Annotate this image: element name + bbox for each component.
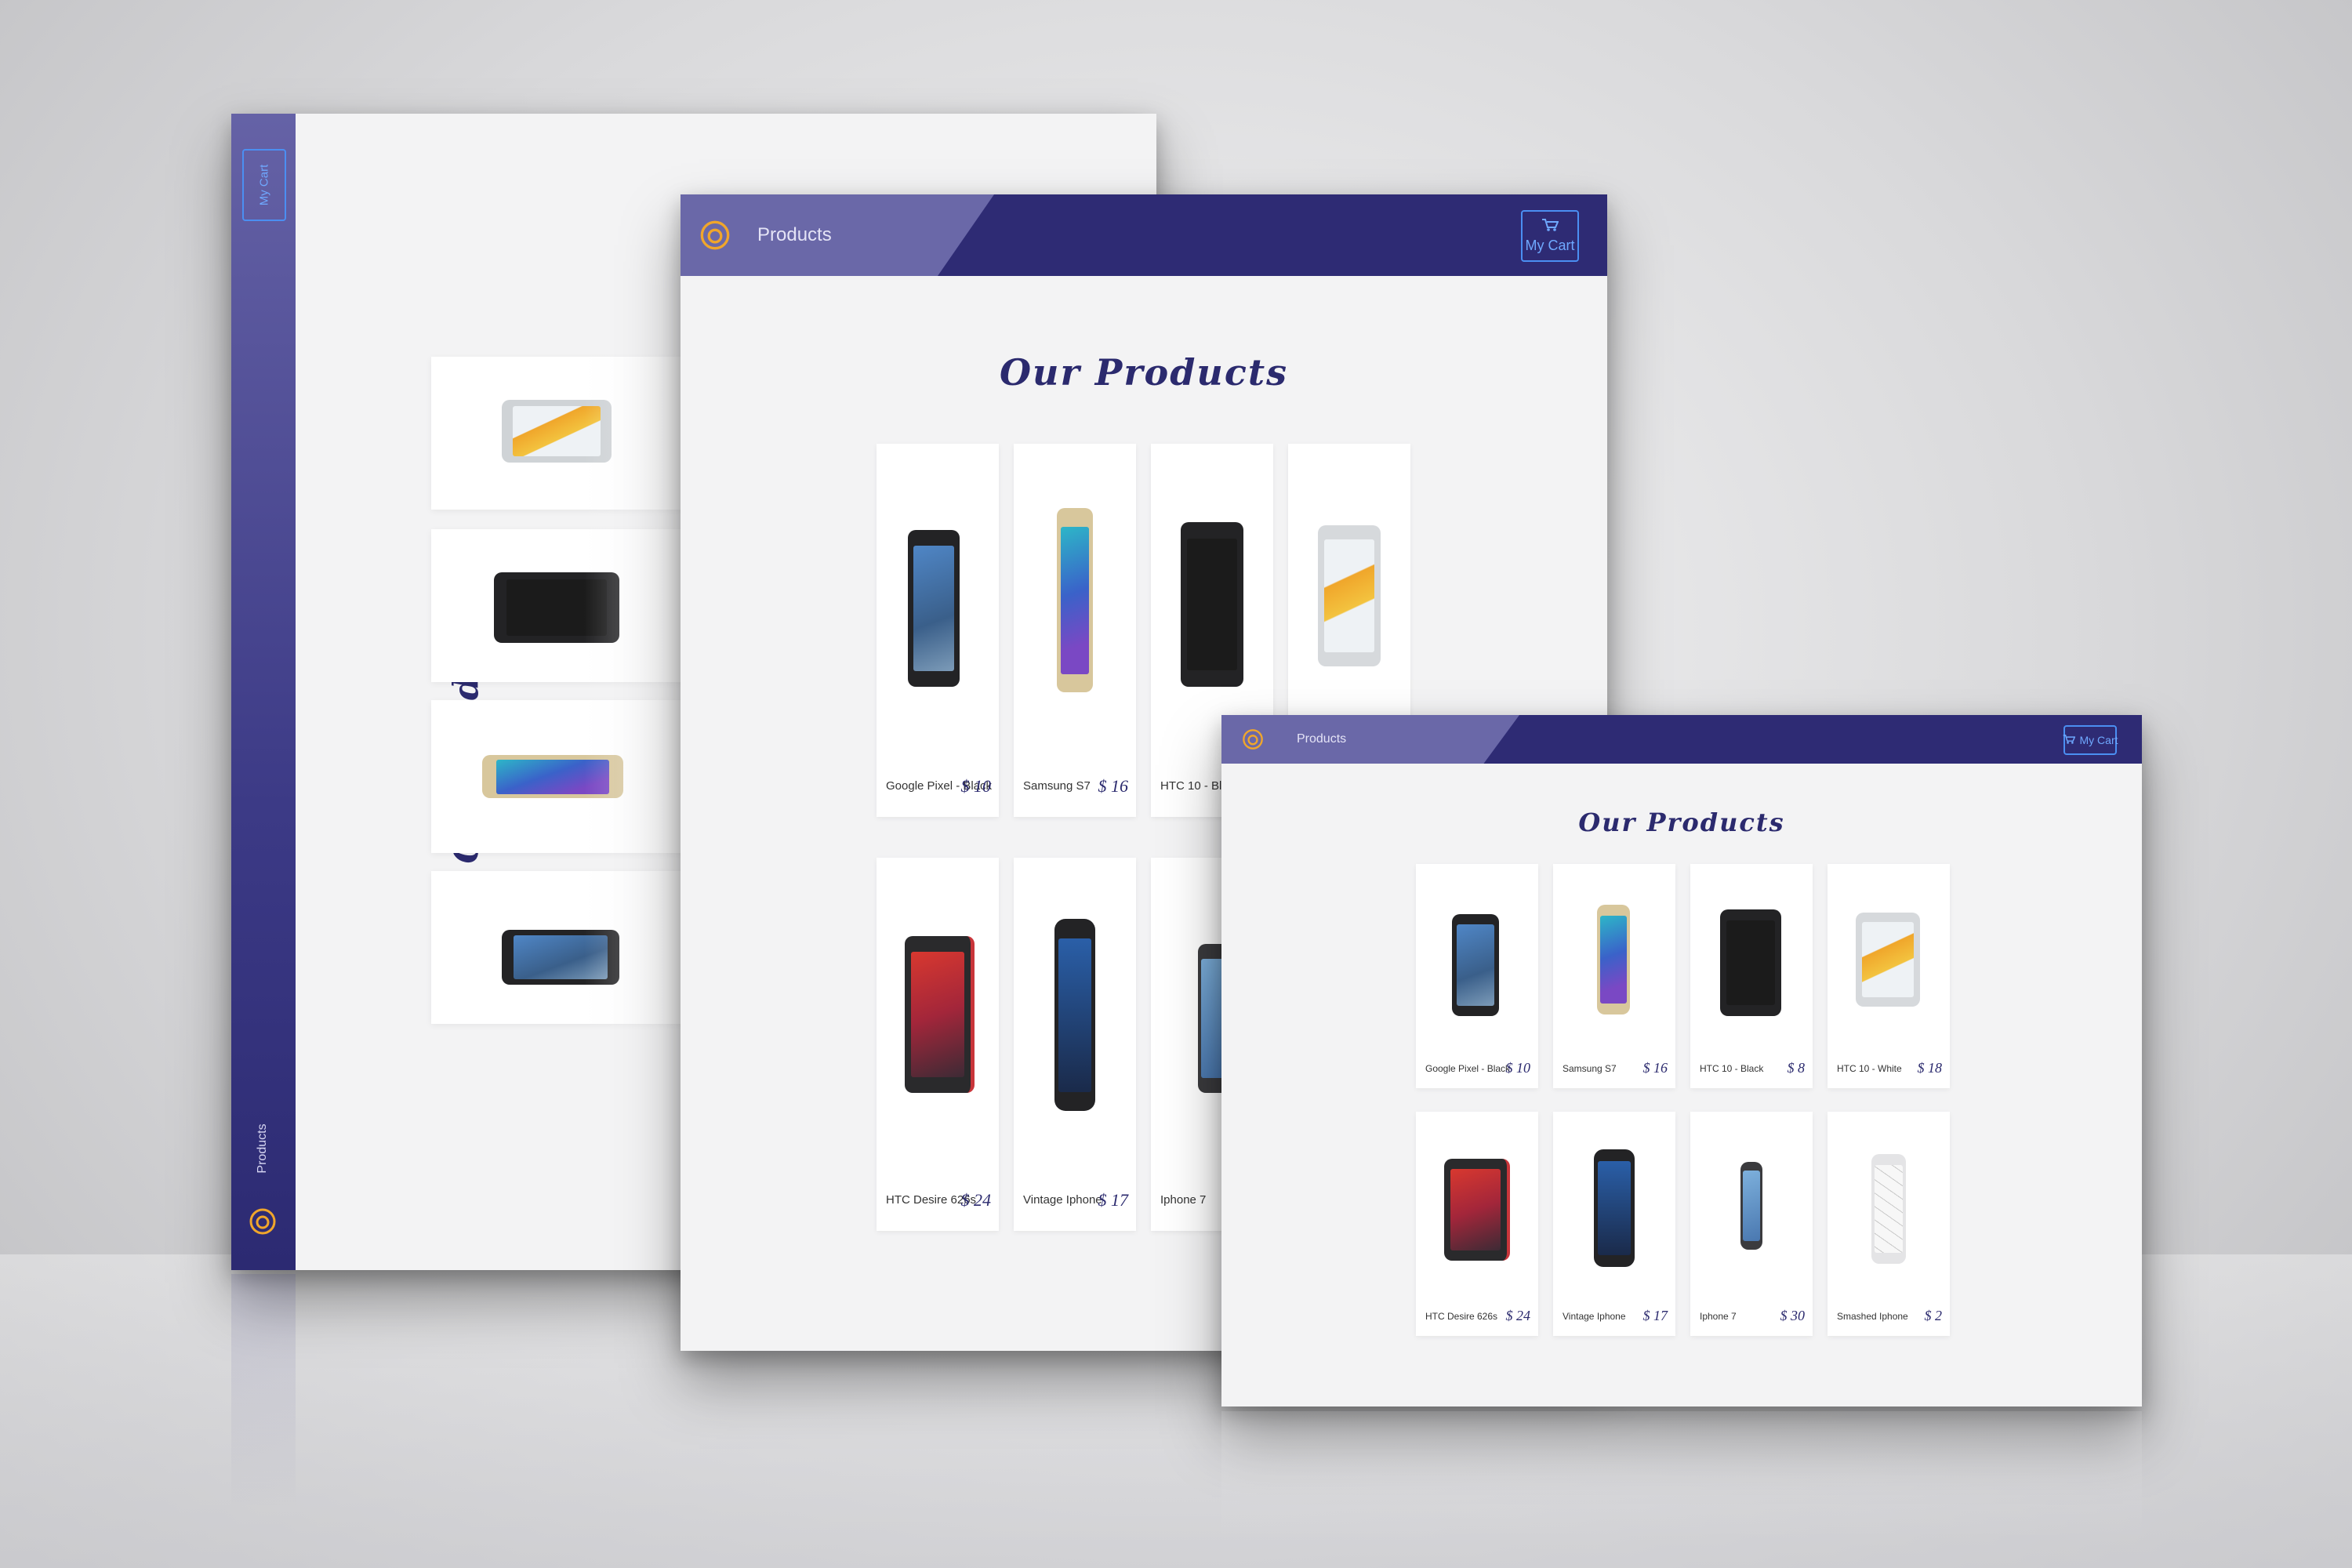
phone-image: [1597, 905, 1630, 1014]
phone-image: [1318, 525, 1381, 666]
product-card[interactable]: HTC 10 - White $ 18: [1828, 864, 1950, 1088]
product-price: $ 10: [960, 776, 992, 796]
product-price: $ 24: [960, 1190, 992, 1210]
product-price: $ 16: [1642, 1060, 1668, 1076]
product-name: Samsung S7: [1023, 779, 1091, 793]
product-price: $ 30: [1780, 1308, 1806, 1323]
product-price: $ 2: [1924, 1308, 1943, 1323]
cart-label: My Cart: [257, 164, 271, 206]
product-price: $ 17: [1642, 1308, 1668, 1323]
phone-image: [1856, 913, 1920, 1007]
phone-image: [1720, 909, 1781, 1016]
reflection: [1221, 1411, 2142, 1544]
nav-item-products[interactable]: Products: [1297, 732, 1346, 746]
cart-button[interactable]: My Cart: [242, 149, 286, 221]
cart-icon: [2063, 734, 2075, 747]
phone-image: [1054, 919, 1095, 1111]
logo-icon[interactable]: [699, 220, 731, 255]
product-name: HTC Desire 626s: [1425, 1311, 1498, 1322]
cart-icon: [1541, 218, 1559, 236]
page-heading: Our Products: [1578, 808, 1785, 837]
phone-image: [1452, 914, 1499, 1016]
phone-image: [1740, 1162, 1762, 1250]
product-name: Samsung S7: [1563, 1063, 1617, 1074]
product-card[interactable]: Vintage Iphone $ 17: [1553, 1112, 1675, 1336]
vertical-nav-bar: My Cart Products: [231, 114, 296, 1270]
cart-button[interactable]: My Cart: [1521, 210, 1579, 262]
product-card[interactable]: Samsung S7 $ 16: [1553, 864, 1675, 1088]
mockup-small-layout: Products My Cart Our Products Google Pix…: [1221, 715, 2142, 1406]
logo-icon[interactable]: [249, 1207, 277, 1240]
top-nav-bar: Products My Cart: [681, 194, 1607, 276]
product-name: HTC 10 - White: [1837, 1063, 1902, 1074]
product-name: HTC 10 - Black: [1700, 1063, 1764, 1074]
phone-image: [905, 936, 975, 1093]
product-card[interactable]: Google Pixel - Black $ 10: [1416, 864, 1538, 1088]
phone-image: [1444, 1159, 1510, 1261]
product-card[interactable]: Iphone 7 $ 30: [1690, 1112, 1813, 1336]
phone-image: [1057, 508, 1093, 692]
cart-label: My Cart: [2079, 734, 2118, 746]
phone-image: [1871, 1154, 1906, 1264]
product-price: $ 8: [1787, 1060, 1806, 1076]
product-name: Vintage Iphone: [1023, 1193, 1102, 1207]
nav-label: Products: [256, 1123, 269, 1174]
product-price: $ 17: [1098, 1190, 1129, 1210]
page-heading: Our Products: [999, 351, 1289, 394]
phone-image: [1594, 1149, 1635, 1267]
product-card[interactable]: Google Pixel - Black $ 10: [877, 444, 999, 817]
product-price: $ 10: [1505, 1060, 1531, 1076]
product-price: $ 24: [1505, 1308, 1531, 1323]
product-card[interactable]: Smashed Iphone $ 2: [1828, 1112, 1950, 1336]
reflection: [231, 1274, 296, 1509]
logo-icon[interactable]: [1242, 728, 1264, 754]
top-nav-bar: Products My Cart: [1221, 715, 2142, 764]
product-card[interactable]: HTC 10 - Black $ 8: [1690, 864, 1813, 1088]
product-name: Google Pixel - Black: [1425, 1063, 1511, 1074]
cart-label: My Cart: [1525, 238, 1575, 253]
product-card[interactable]: Samsung S7 $ 16: [1014, 444, 1136, 817]
product-card[interactable]: HTC Desire 626s $ 24: [877, 858, 999, 1231]
nav-item-products[interactable]: Products: [757, 224, 832, 246]
product-price: $ 18: [1917, 1060, 1943, 1076]
product-price: $ 16: [1098, 776, 1129, 796]
product-name: Iphone 7: [1700, 1311, 1737, 1322]
nav-item-products[interactable]: Products: [242, 1102, 283, 1196]
phone-image: [908, 530, 960, 687]
product-name: Smashed Iphone: [1837, 1311, 1908, 1322]
product-card[interactable]: Vintage Iphone $ 17: [1014, 858, 1136, 1231]
product-card[interactable]: HTC Desire 626s $ 24: [1416, 1112, 1538, 1336]
product-name: Iphone 7: [1160, 1193, 1207, 1207]
phone-image: [1181, 522, 1243, 687]
cart-button[interactable]: My Cart: [2063, 725, 2118, 755]
product-name: Vintage Iphone: [1563, 1311, 1626, 1322]
